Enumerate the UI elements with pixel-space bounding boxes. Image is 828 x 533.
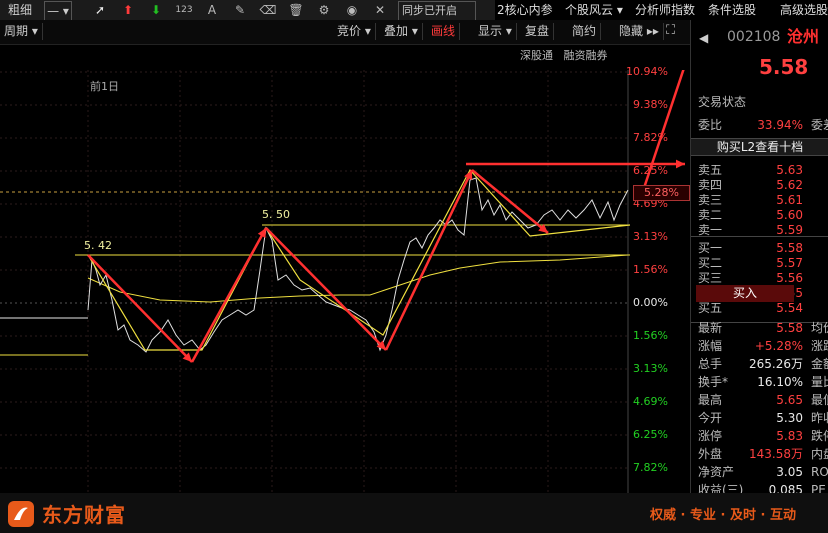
- gear-icon[interactable]: ⚙: [314, 1, 334, 19]
- red-arrow-4: [384, 169, 474, 351]
- quote-panel: ◀ 002108 沧州 5.58 交易状态 委比 33.94% 委差 购买L2查…: [690, 20, 828, 497]
- text-icon[interactable]: A: [202, 1, 222, 19]
- eastmoney-logo-icon: [8, 501, 34, 527]
- intraday-chart[interactable]: 前1日 10.94% 9.38% 7.82% 6.25% 4.69% 3.13% 1.56%…: [0, 66, 690, 493]
- l2-banner[interactable]: 购买L2查看十档: [691, 138, 828, 156]
- down-arrow-icon[interactable]: ⬇: [146, 1, 166, 19]
- auction-select[interactable]: 竞价 ▾: [333, 23, 376, 40]
- book-divider: [691, 236, 828, 237]
- line-style-select[interactable]: — ▾: [44, 1, 72, 21]
- y-label-up: 3.13%: [633, 230, 668, 243]
- stat-row: 涨停5.83跌停: [698, 429, 828, 443]
- replay-button[interactable]: 复盘: [521, 23, 555, 40]
- simple-button[interactable]: 简约: [568, 23, 602, 40]
- stock-header: ◀ 002108 沧州: [691, 28, 828, 48]
- y-label-up: 10.94%: [626, 65, 668, 78]
- stat-row: 换手*16.10%量比: [698, 375, 828, 389]
- trash-icon[interactable]: 🗑: [286, 1, 306, 19]
- up-arrow-icon[interactable]: ⬆: [118, 1, 138, 19]
- stat-row: 最新5.58均价: [698, 321, 828, 335]
- red-arrow-1: [87, 254, 193, 363]
- y-label-down: 6.25%: [633, 428, 668, 441]
- hide-button[interactable]: 隐藏 ▸▸: [615, 23, 664, 40]
- nav-stock-storm[interactable]: 个股风云 ▾: [565, 2, 623, 18]
- drawing-toolbar: 粗细 — ▾ ➚ ⬆ ⬇ 123 A ✎ ⌫ 🗑 ⚙ ◉ ✕ 同步已开启: [0, 0, 495, 21]
- chart-canvas: [0, 70, 685, 493]
- close-icon[interactable]: ✕: [370, 1, 390, 19]
- line-width-label: 粗细: [8, 3, 33, 17]
- eraser-icon[interactable]: ⌫: [258, 1, 278, 19]
- price-mark-high: 5. 50: [262, 208, 290, 221]
- y-label-down: 4.69%: [633, 395, 668, 408]
- avg-price-line: [87, 254, 629, 303]
- y-label-up: 9.38%: [633, 98, 668, 111]
- current-pct-tag: 5.28%: [633, 185, 690, 201]
- stat-row: 涨幅+5.28%涨跌: [698, 339, 828, 353]
- stat-row: 今开5.30昨收: [698, 411, 828, 425]
- y-label-zero: 0.00%: [633, 296, 668, 309]
- nav-analyst-index[interactable]: 分析师指数: [635, 2, 695, 18]
- y-label-up: 7.82%: [633, 131, 668, 144]
- chart-options-bar: 周期 ▾ 竞价 ▾ 叠加 ▾ 画线 显示 ▾ 复盘 简约 隐藏 ▸▸ ⛶: [0, 20, 690, 45]
- top-nav: 2核心内参 个股风云 ▾ 分析师指数 条件选股 高级选股: [495, 0, 828, 20]
- stat-row: 外盘143.58万内盘: [698, 447, 828, 461]
- wei-bi-row: 委比 33.94% 委差: [698, 118, 828, 132]
- prev-day-label: 前1日: [90, 80, 119, 93]
- nav-advanced-select[interactable]: 高级选股: [780, 2, 828, 18]
- y-label-down: 7.82%: [633, 461, 668, 474]
- sync-toggle[interactable]: 同步已开启: [398, 1, 476, 21]
- draw-line-button[interactable]: 画线: [427, 23, 461, 40]
- red-arrow-2: [190, 227, 268, 363]
- period-select[interactable]: 周期 ▾: [0, 23, 43, 40]
- y-label-down: 3.13%: [633, 362, 668, 375]
- y-label-up: 1.56%: [633, 263, 668, 276]
- footer-banner: 东方财富 权威 · 专业 · 及时 · 互动: [0, 493, 828, 533]
- bid-row[interactable]: 买五 5.54: [691, 300, 828, 317]
- stock-name: 沧州: [787, 27, 820, 46]
- cursor-icon[interactable]: ➚: [90, 1, 110, 19]
- back-arrow-icon[interactable]: ◀: [699, 30, 708, 47]
- fullscreen-icon[interactable]: ⛶: [666, 23, 675, 38]
- sub-tags: 深股通 融资融券: [520, 47, 608, 63]
- y-label-up: 6.25%: [633, 164, 668, 177]
- margin-tag[interactable]: 融资融券: [564, 49, 608, 62]
- buy-button[interactable]: 买入: [733, 285, 757, 302]
- stat-row: 总手265.26万金额: [698, 357, 828, 371]
- nav-condition-select[interactable]: 条件选股: [708, 2, 756, 18]
- slogan: 权威 · 专业 · 及时 · 互动: [650, 508, 796, 523]
- hk-connect-tag[interactable]: 深股通: [520, 49, 553, 62]
- red-arrow-6-head: [675, 159, 685, 169]
- trade-status: 交易状态: [698, 95, 747, 109]
- stat-row: 净资产3.05ROE: [698, 465, 828, 479]
- red-arrow-3: [265, 227, 387, 351]
- current-price: 5.58: [759, 55, 809, 79]
- stat-row: 最高5.65最低: [698, 393, 828, 407]
- pencil-icon[interactable]: ✎: [230, 1, 250, 19]
- nav-core-ref[interactable]: 2核心内参: [497, 2, 553, 18]
- y-label-down: 1.56%: [633, 329, 668, 342]
- display-select[interactable]: 显示 ▾: [474, 23, 517, 40]
- overlay-select[interactable]: 叠加 ▾: [380, 23, 423, 40]
- eye-icon[interactable]: ◉: [342, 1, 362, 19]
- logo-text: 东方财富: [42, 503, 126, 527]
- stock-code: 002108: [727, 29, 781, 45]
- price-mark-low: 5. 42: [84, 239, 112, 252]
- red-arrow-5: [471, 169, 549, 234]
- number-icon[interactable]: 123: [174, 1, 194, 19]
